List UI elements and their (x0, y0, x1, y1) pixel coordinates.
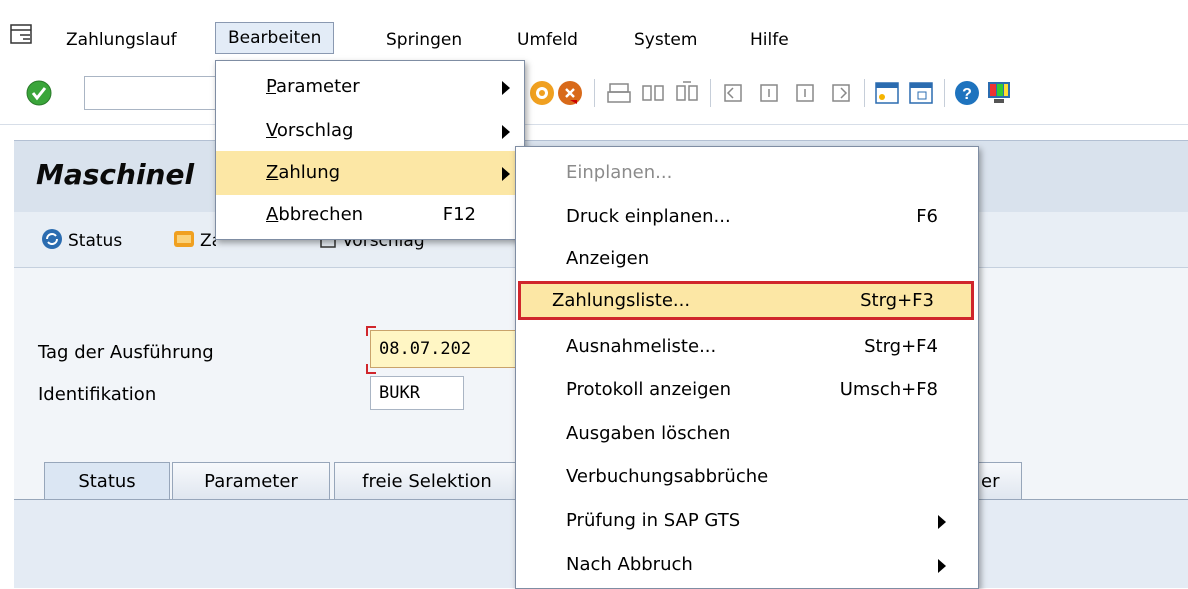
toolbar-separator (594, 79, 595, 107)
toolbar-separator (710, 79, 711, 107)
page-title: Maschinel (36, 158, 195, 191)
print-icon[interactable] (606, 80, 632, 106)
menu-item-parameter[interactable]: Parameter (216, 65, 524, 109)
menu-item-label: Ausnahmeliste... (566, 336, 717, 357)
menu-item-label: Anzeigen (566, 248, 650, 269)
find-icon[interactable] (640, 80, 666, 106)
menu-umfeld[interactable]: Umfeld (505, 24, 590, 56)
tag-der-ausfuehrung-label: Tag der Ausführung (38, 342, 214, 363)
tab-parameter[interactable]: Parameter (172, 462, 330, 500)
menu-item-label: Druck einplanen... (566, 206, 731, 227)
exit-icon[interactable] (529, 80, 555, 106)
new-session-icon[interactable] (874, 80, 900, 106)
menu-item-label: Prüfung in SAP GTS (566, 510, 741, 531)
menu-item-pruefung-sap-gts[interactable]: Prüfung in SAP GTS (516, 499, 978, 543)
menu-springen[interactable]: Springen (374, 24, 474, 56)
required-marker (366, 326, 376, 336)
find-next-icon[interactable] (674, 80, 700, 106)
submenu-arrow-icon (938, 515, 946, 529)
zahlung-button-label: Zahlung (200, 231, 216, 251)
menu-item-zahlungsliste[interactable]: Zahlungsliste... Strg+F3 (518, 281, 974, 320)
menu-item-label: Vorschlag (266, 120, 354, 141)
menu-item-label: Ausgaben löschen (566, 423, 731, 444)
menu-item-label: Zahlung (266, 162, 341, 183)
menu-item-shortcut: F6 (916, 206, 938, 227)
sap-menu-icon[interactable] (10, 24, 32, 44)
status-button[interactable]: Status (40, 228, 122, 254)
tag-der-ausfuehrung-input[interactable]: 08.07.202 (370, 330, 530, 368)
help-icon[interactable]: ? (954, 80, 980, 106)
zahlung-button[interactable]: Zahlung (172, 228, 216, 254)
first-page-icon[interactable] (720, 80, 746, 106)
menu-item-protokoll-anzeigen[interactable]: Protokoll anzeigen Umsch+F8 (516, 368, 978, 412)
last-page-icon[interactable] (828, 80, 854, 106)
create-shortcut-icon[interactable] (908, 80, 934, 106)
menu-item-verbuchungsabbrueche[interactable]: Verbuchungsabbrüche (516, 455, 978, 499)
menu-item-vorschlag[interactable]: Vorschlag (216, 109, 524, 153)
menu-item-shortcut: Umsch+F8 (839, 379, 938, 400)
menu-item-label: Parameter (266, 76, 360, 97)
menu-item-label: Protokoll anzeigen (566, 379, 732, 400)
menu-item-nach-abbruch[interactable]: Nach Abbruch (516, 543, 978, 587)
menu-hilfe[interactable]: Hilfe (738, 24, 801, 56)
submenu-arrow-icon (938, 559, 946, 573)
menu-bearbeiten[interactable]: Bearbeiten (215, 22, 335, 54)
menu-item-shortcut: Strg+F4 (864, 336, 938, 357)
menu-item-abbrechen[interactable]: Abbrechen F12 (216, 193, 524, 237)
next-page-icon[interactable] (792, 80, 818, 106)
menu-zahlungslauf[interactable]: Zahlungslauf (54, 24, 189, 56)
payment-icon (172, 228, 196, 254)
menu-item-shortcut: Strg+F3 (860, 290, 934, 311)
submenu-arrow-icon (502, 125, 510, 139)
menu-item-druck-einplanen[interactable]: Druck einplanen... F6 (516, 195, 978, 239)
zahlung-submenu: Einplanen... Druck einplanen... F6 Anzei… (515, 146, 979, 589)
menu-item-label: Zahlungsliste... (552, 290, 691, 311)
menu-item-ausnahmeliste[interactable]: Ausnahmeliste... Strg+F4 (516, 325, 978, 369)
menu-item-label: Abbrechen (266, 204, 364, 225)
refresh-icon (40, 227, 64, 256)
menu-system[interactable]: System (622, 24, 709, 56)
toolbar-separator (944, 79, 945, 107)
cancel-icon[interactable] (557, 80, 583, 106)
command-field[interactable] (84, 76, 224, 110)
tab-freie-selektion[interactable]: freie Selektion (334, 462, 520, 500)
enter-check-icon[interactable] (26, 80, 52, 106)
menu-item-shortcut: F12 (442, 204, 476, 225)
required-marker (366, 364, 376, 374)
bearbeiten-menu: Parameter Vorschlag Zahlung Abbrechen F1… (215, 60, 525, 240)
tab-status[interactable]: Status (44, 462, 170, 500)
identifikation-label: Identifikation (38, 384, 157, 405)
menu-item-label: Verbuchungsabbrüche (566, 466, 769, 487)
status-button-label: Status (68, 231, 123, 251)
menu-item-label: Nach Abbruch (566, 554, 693, 575)
layout-menu-icon[interactable] (986, 80, 1012, 106)
submenu-arrow-icon (502, 81, 510, 95)
svg-text:?: ? (962, 86, 972, 103)
submenu-arrow-icon (502, 167, 510, 181)
menu-item-label: Einplanen... (566, 162, 673, 183)
menu-item-ausgaben-loeschen[interactable]: Ausgaben löschen (516, 412, 978, 456)
previous-page-icon[interactable] (756, 80, 782, 106)
menu-item-einplanen[interactable]: Einplanen... (516, 151, 978, 195)
toolbar-separator (864, 79, 865, 107)
menu-item-anzeigen[interactable]: Anzeigen (516, 237, 978, 281)
menu-item-zahlung[interactable]: Zahlung (216, 151, 524, 195)
identifikation-input[interactable]: BUKR (370, 376, 464, 410)
